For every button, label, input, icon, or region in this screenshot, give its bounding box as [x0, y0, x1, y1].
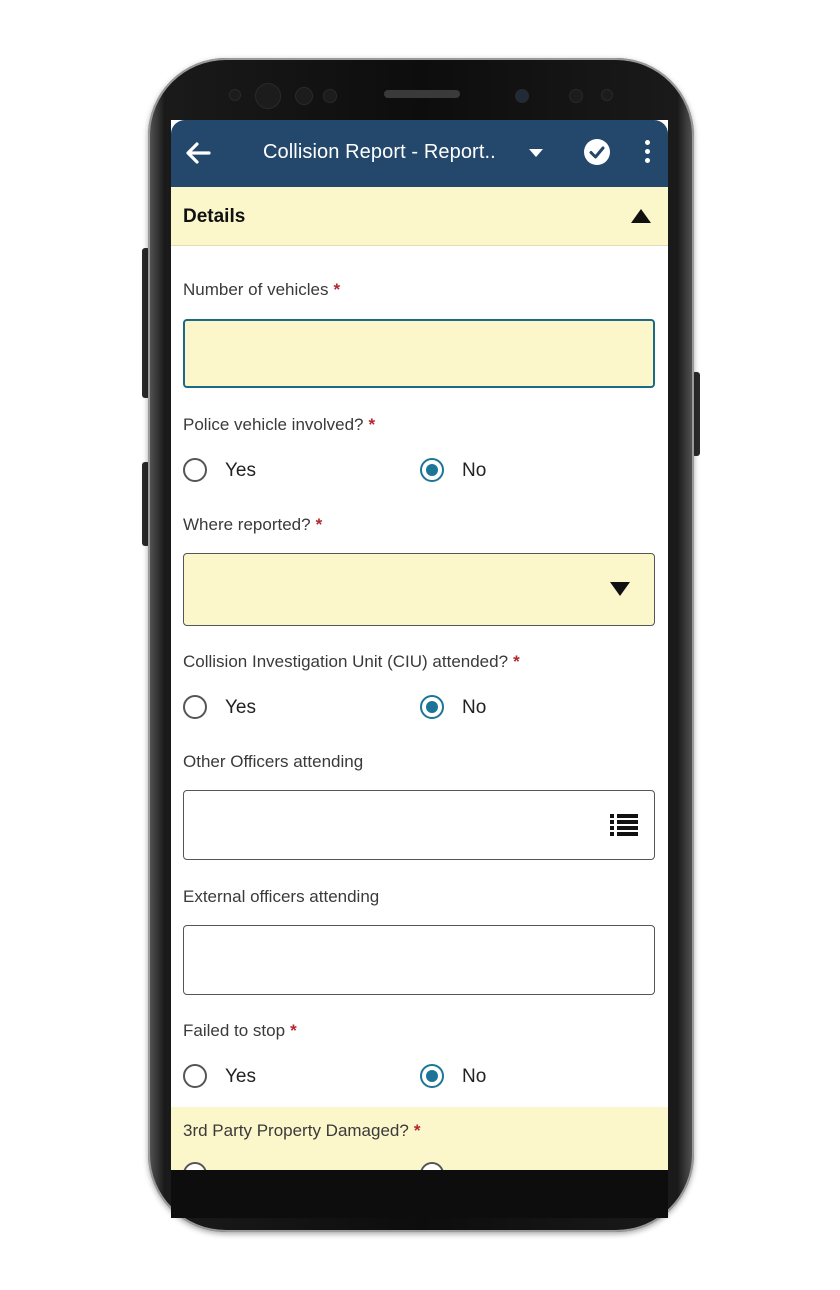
section-title: Details	[183, 206, 246, 227]
failed-to-stop-yes-radio[interactable]	[183, 1064, 207, 1088]
police-vehicle-yes-label: Yes	[225, 460, 256, 481]
arrow-left-icon[interactable]	[183, 138, 213, 168]
screen: Collision Report - Report.. Details Numb…	[171, 120, 668, 1170]
app-bar: Collision Report - Report..	[171, 120, 668, 187]
page-title[interactable]: Collision Report - Report..	[263, 141, 496, 164]
front-camera-lens	[516, 90, 528, 102]
num-vehicles-label: Number of vehicles *	[183, 280, 341, 299]
where-reported-select[interactable]	[183, 553, 655, 626]
sensor-dot	[296, 88, 312, 104]
police-vehicle-no-label: No	[462, 460, 487, 481]
sensor-dot	[570, 90, 582, 102]
ciu-no-label: No	[462, 697, 487, 718]
list-icon[interactable]	[610, 813, 638, 837]
collapse-triangle-icon[interactable]	[631, 209, 651, 223]
where-reported-label: Where reported? *	[183, 515, 323, 534]
external-officers-input[interactable]	[183, 925, 655, 995]
details-section-header[interactable]: Details	[171, 187, 668, 246]
earpiece-speaker	[384, 90, 460, 98]
front-camera	[256, 84, 280, 108]
failed-to-stop-no-label: No	[462, 1066, 487, 1087]
more-vert-icon[interactable]	[645, 140, 651, 166]
police-vehicle-yes-radio[interactable]	[183, 458, 207, 482]
sensor-dot	[230, 90, 240, 100]
failed-to-stop-no-radio[interactable]	[420, 1064, 444, 1088]
ciu-no-radio[interactable]	[420, 695, 444, 719]
dropdown-triangle-icon	[610, 582, 630, 596]
other-officers-input[interactable]	[183, 790, 655, 860]
ciu-yes-radio[interactable]	[183, 695, 207, 719]
phone-bottom-bezel	[171, 1170, 668, 1218]
external-officers-label: External officers attending	[183, 887, 380, 906]
sensor-dot	[602, 90, 612, 100]
num-vehicles-input[interactable]	[183, 319, 655, 388]
third-party-label: 3rd Party Property Damaged? *	[183, 1121, 421, 1140]
num-vehicles-text[interactable]	[185, 321, 653, 386]
chevron-down-icon[interactable]	[529, 149, 543, 157]
failed-to-stop-yes-label: Yes	[225, 1066, 256, 1087]
police-vehicle-no-radio[interactable]	[420, 458, 444, 482]
ciu-label: Collision Investigation Unit (CIU) atten…	[183, 652, 520, 671]
external-officers-text[interactable]	[184, 926, 654, 994]
police-vehicle-label: Police vehicle involved? *	[183, 415, 376, 434]
failed-to-stop-label: Failed to stop *	[183, 1021, 297, 1040]
check-circle-icon[interactable]	[583, 138, 611, 166]
other-officers-label: Other Officers attending	[183, 752, 364, 771]
ciu-yes-label: Yes	[225, 697, 256, 718]
sensor-dot	[324, 90, 336, 102]
